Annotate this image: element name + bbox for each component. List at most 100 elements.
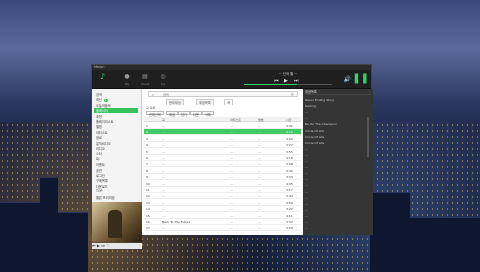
playlist-item[interactable]: ... — [305, 195, 369, 201]
sidebar-item[interactable]: 라디오 — [96, 146, 105, 151]
table-row[interactable]: 16 Back To The Future...... 3:37 — [144, 219, 301, 225]
playlist-item[interactable]: Be On The Champion — [305, 121, 369, 127]
row-title: ... — [162, 181, 165, 186]
sidebar-item[interactable]: 멜론 프리미엄 — [96, 195, 115, 200]
table-row[interactable]: 3......... 4:02 — [144, 136, 301, 142]
sidebar-item[interactable]: 스타 — [96, 151, 102, 156]
table-row[interactable]: 9......... 3:33 — [144, 174, 301, 181]
sidebar-item[interactable]: 다운로드 — [96, 184, 108, 189]
row-title: ... — [162, 226, 165, 231]
table-row[interactable]: 7......... 3:08 — [144, 161, 301, 168]
row-time: 3:49 — [286, 168, 293, 173]
sidebar-item[interactable]: 앨범 — [96, 124, 102, 129]
table-row[interactable]: 15......... 4:11 — [144, 213, 301, 219]
playlist-item[interactable]: ... — [305, 170, 369, 176]
playback-progress-bar[interactable] — [244, 84, 332, 85]
playlist-item[interactable]: Never Ending Story — [305, 97, 369, 103]
playlist-item[interactable]: ... — [305, 109, 369, 115]
add-button[interactable]: 담기 — [178, 111, 190, 117]
search-input[interactable] — [163, 92, 273, 97]
sidebar-item[interactable]: 최신 1 — [96, 97, 108, 103]
sidebar-item[interactable]: DJ — [96, 157, 99, 161]
playlist-item[interactable]: ... — [305, 225, 369, 231]
row-artist: ... — [230, 130, 233, 135]
tab-songs[interactable]: 곡 — [224, 99, 233, 105]
table-row[interactable]: 17......... 3:50 — [144, 225, 301, 232]
playlist-item[interactable]: ... — [305, 213, 369, 219]
playlist-item[interactable]: ... — [305, 207, 369, 213]
pause-icon[interactable]: ❚❚ — [352, 73, 369, 84]
playlist-item[interactable]: Circle Of Life — [305, 128, 369, 134]
row-album: ... — [258, 194, 261, 199]
refresh-icon[interactable]: ⟳ — [291, 92, 294, 97]
table-row[interactable]: 1......... 3:41 — [144, 123, 301, 129]
table-row[interactable]: 8......... 3:49 — [144, 168, 301, 174]
playlist-item[interactable]: ... — [305, 189, 369, 195]
sidebar-item[interactable]: 아티스트 — [96, 130, 108, 135]
row-artist: ... — [230, 168, 233, 173]
table-header: 곡 아티스트 앨범 시간 — [144, 117, 301, 122]
music-note-icon[interactable]: ♪ — [100, 73, 108, 81]
sidebar-item[interactable]: 이벤트 — [96, 162, 105, 167]
header-album[interactable]: 앨범 — [258, 118, 264, 122]
playlist-item[interactable]: Darling — [305, 103, 369, 109]
header-artist[interactable]: 아티스트 — [230, 118, 241, 122]
table-row[interactable]: 13......... 3:59 — [144, 200, 301, 206]
sidebar-item[interactable]: 플레이리스트 — [96, 119, 114, 124]
tab-playlist[interactable]: 재생목록 — [196, 99, 214, 105]
select-all-button[interactable]: 전체선택 — [146, 111, 164, 117]
table-row[interactable]: 11......... 3:17 — [144, 187, 301, 193]
delete-button[interactable]: 삭제 — [202, 111, 214, 117]
table-row[interactable]: 14......... 3:22 — [144, 206, 301, 213]
sidebar-item-label: 구매목록 — [96, 179, 108, 184]
sidebar-item[interactable]: 구매목록 — [96, 178, 108, 183]
download-button[interactable]: 다운 — [190, 111, 202, 117]
row-title: Back To The Future — [162, 220, 191, 224]
playlist-item[interactable]: Circle Of Life — [305, 134, 369, 140]
mini-player-controls[interactable]: ⏮ ▶ ⏭ ♡ — [92, 243, 142, 249]
table-row[interactable]: 2......... 3:12 — [144, 129, 301, 136]
playlist-item[interactable]: ... — [305, 158, 369, 164]
table-row[interactable]: 4......... 3:27 — [144, 142, 301, 149]
list-subtitle: 곡 목록 — [146, 106, 156, 110]
playlist-item[interactable]: ... — [305, 115, 369, 121]
sidebar-item[interactable]: 오늘의음악 — [96, 103, 111, 108]
chart-icon[interactable]: ▤ — [140, 73, 150, 81]
row-number: 2 — [146, 130, 148, 135]
table-row[interactable]: 5......... 3:55 — [144, 149, 301, 155]
sidebar-item[interactable]: 뮤직비디오 — [96, 141, 111, 146]
volume-icon[interactable]: 🔊 — [344, 76, 351, 83]
table-row[interactable]: 12......... 3:44 — [144, 193, 301, 200]
music-player-window: Melon ♪ ● My ▤ Chart ◎ DJ ~ 선곡 할 ~ ⏮ ▶ ⏭… — [91, 64, 373, 249]
playlist-item[interactable]: Circle Of Life — [305, 140, 369, 146]
header-time[interactable]: 시간 — [286, 118, 292, 122]
row-number: 16 — [146, 220, 150, 224]
playlist-item[interactable]: ... — [305, 146, 369, 152]
person-icon[interactable]: ● — [122, 73, 132, 81]
sidebar-item[interactable]: 장르 — [96, 135, 102, 140]
row-number: 14 — [146, 207, 150, 212]
playlist-item[interactable]: ... — [305, 176, 369, 182]
table-row[interactable]: 10......... 4:05 — [144, 181, 301, 187]
dj-icon[interactable]: ◎ — [158, 73, 168, 81]
play-selected-button[interactable]: 재생 — [166, 111, 178, 117]
sidebar-item[interactable]: TOP — [96, 189, 102, 193]
header-title[interactable]: 곡 — [162, 118, 165, 122]
sidebar-item[interactable]: 플레이어 — [94, 108, 138, 114]
playlist-item[interactable]: ... — [305, 152, 369, 158]
sidebar-item[interactable]: 추천 — [96, 114, 102, 119]
tab-now-playing[interactable]: 현재재생 — [166, 99, 184, 105]
playlist-item[interactable]: ... — [305, 219, 369, 225]
sidebar-item[interactable]: 공연 — [96, 168, 102, 173]
playlist-item[interactable]: ... — [305, 164, 369, 170]
playlist-item[interactable]: ... — [305, 201, 369, 207]
search-bar: ⌕ ⟳ — [148, 91, 298, 97]
row-number: 5 — [146, 149, 148, 154]
album-art-thumbnail[interactable] — [92, 202, 142, 242]
row-album: ... — [258, 168, 261, 173]
sidebar-item[interactable]: 로그인 — [96, 173, 105, 178]
playlist-item[interactable]: ... — [305, 182, 369, 188]
row-time: 3:44 — [286, 194, 293, 199]
table-row[interactable]: 6......... 4:18 — [144, 155, 301, 161]
sidebar-item[interactable]: 검색 — [96, 92, 102, 97]
